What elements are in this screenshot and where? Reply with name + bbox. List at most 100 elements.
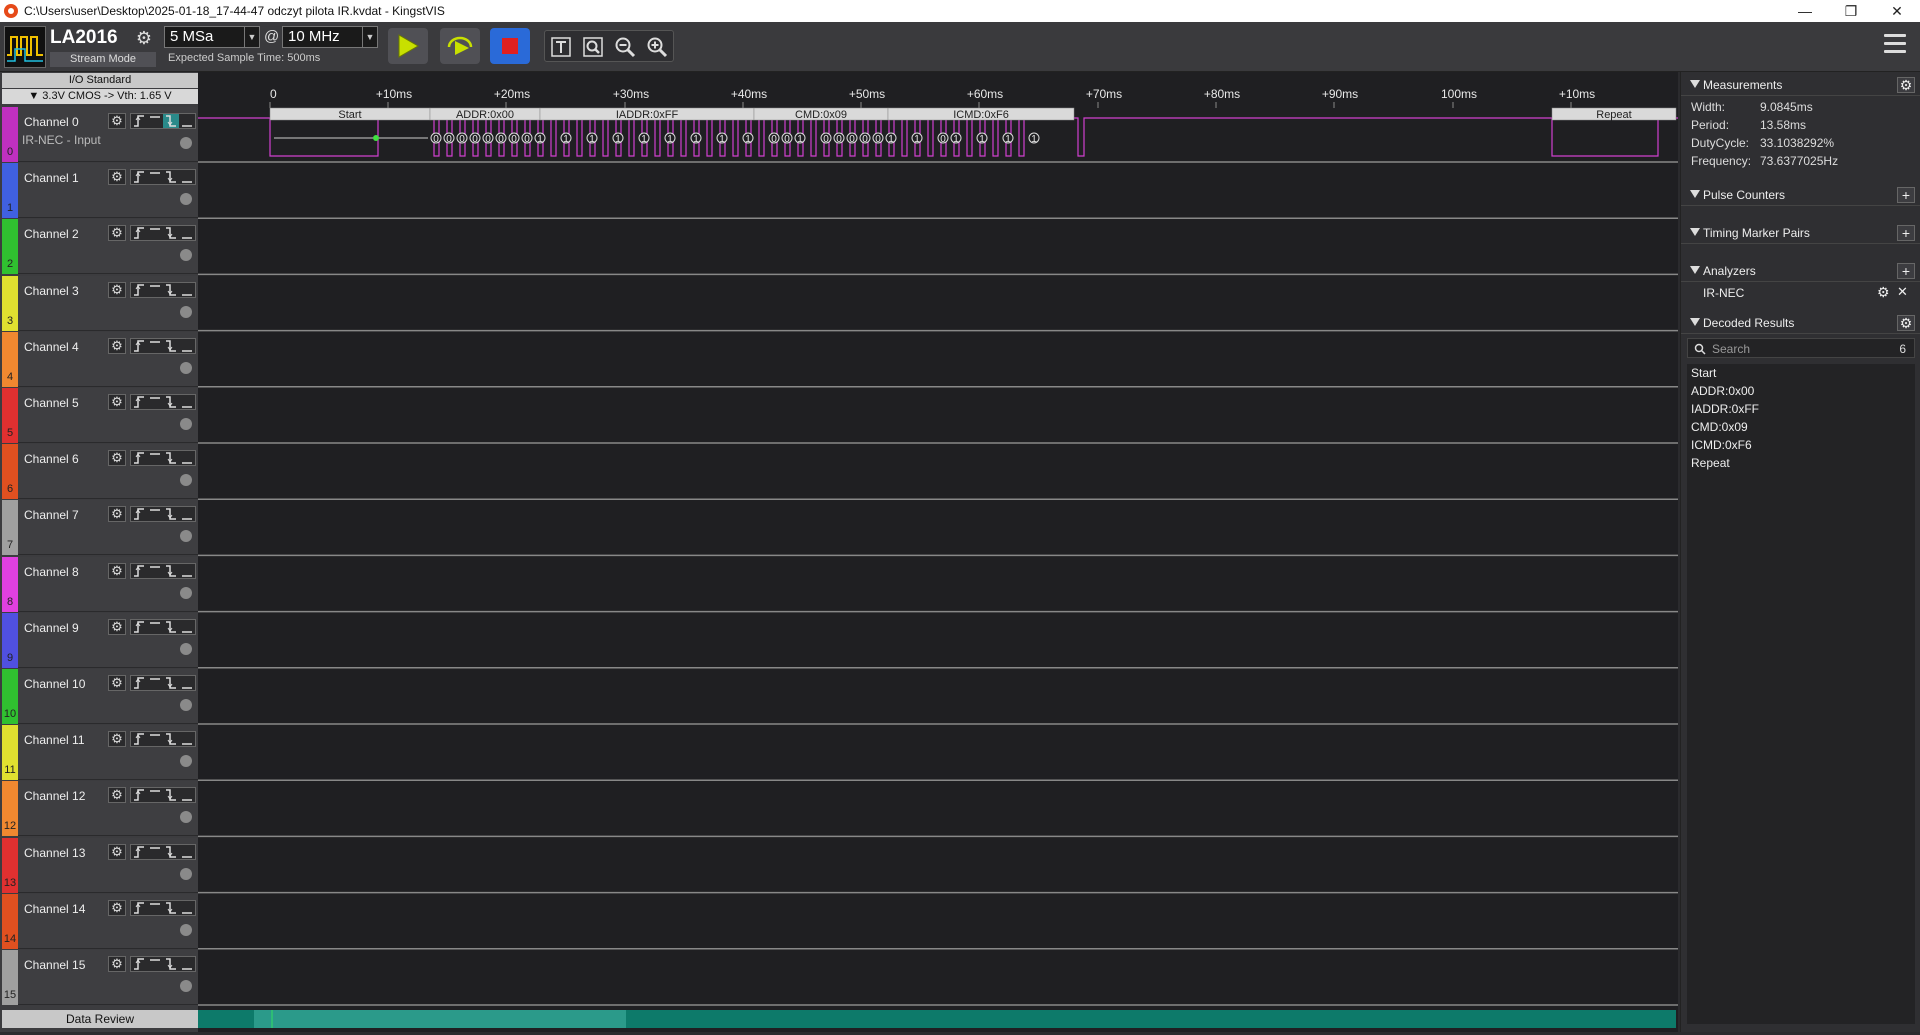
high-level-trigger-icon[interactable] [147,676,163,690]
channel-status-dot[interactable] [180,923,192,936]
io-standard-select[interactable]: ▼ 3.3V CMOS -> Vth: 1.65 V [2,89,198,104]
rising-edge-trigger-icon[interactable] [131,507,147,521]
rising-edge-trigger-icon[interactable] [131,957,147,971]
decoded-search-input[interactable]: Search 6 [1687,338,1915,358]
high-level-trigger-icon[interactable] [147,845,163,859]
rising-edge-trigger-icon[interactable] [131,564,147,578]
low-level-trigger-icon[interactable] [179,395,195,409]
add-timing-marker-plus-icon[interactable]: + [1897,225,1915,241]
waveform-canvas[interactable]: 0 +10ms +20ms +30ms +40ms +50ms +60ms +70ms +80m… [198,72,1678,1032]
low-level-trigger-icon[interactable] [179,339,195,353]
channel-name[interactable]: Channel 13 [24,846,85,860]
waveform-area[interactable]: 0 +10ms +20ms +30ms +40ms +50ms +60ms +70ms +80m… [198,72,1678,1032]
channel-name[interactable]: Channel 7 [24,508,79,522]
channel-status-dot[interactable] [180,361,192,374]
channel-settings-gear-icon[interactable]: ⚙ [108,675,126,691]
channel-row[interactable]: 2 Channel 2 ⚙ [2,219,198,275]
channel-row[interactable]: 5 Channel 5 ⚙ [2,388,198,443]
channel-settings-gear-icon[interactable]: ⚙ [108,450,126,467]
low-level-trigger-icon[interactable] [179,676,195,690]
menu-hamburger-icon[interactable] [1884,34,1906,54]
low-level-trigger-icon[interactable] [179,451,195,465]
channel-row[interactable]: 0 Channel 0 IR-NEC - Input ⚙ [2,107,198,162]
decoded-results-header[interactable]: Decoded Results ⚙ [1681,312,1920,334]
channel-row[interactable]: 7 Channel 7 ⚙ [2,500,198,556]
zoom-fit-button[interactable] [579,33,607,61]
rising-edge-trigger-icon[interactable] [131,283,147,297]
channel-settings-gear-icon[interactable]: ⚙ [108,618,126,635]
low-level-trigger-icon[interactable] [179,901,195,915]
low-level-trigger-icon[interactable] [179,620,195,634]
channel-name[interactable]: Channel 4 [24,340,79,354]
channel-status-dot[interactable] [180,755,192,768]
channel-name[interactable]: Channel 3 [24,284,79,298]
falling-edge-trigger-icon[interactable] [163,732,179,746]
timing-markers-header[interactable]: Timing Marker Pairs + [1681,222,1920,244]
channel-status-dot[interactable] [180,867,192,880]
minimize-button[interactable]: — [1782,0,1828,22]
falling-edge-trigger-icon[interactable] [163,114,179,128]
zoom-in-button[interactable] [643,33,671,61]
low-level-trigger-icon[interactable] [179,788,195,802]
channel-settings-gear-icon[interactable]: ⚙ [108,281,126,298]
rising-edge-trigger-icon[interactable] [131,226,147,240]
channel-row[interactable]: 9 Channel 9 ⚙ [2,612,198,668]
falling-edge-trigger-icon[interactable] [163,226,179,240]
low-level-trigger-icon[interactable] [179,957,195,971]
channel-status-dot[interactable] [180,137,192,149]
channel-name[interactable]: Channel 8 [24,565,79,579]
high-level-trigger-icon[interactable] [147,732,163,746]
channel-name[interactable]: Channel 9 [24,621,79,635]
channel-row[interactable]: 14 Channel 14 ⚙ [2,893,198,949]
falling-edge-trigger-icon[interactable] [163,395,179,409]
falling-edge-trigger-icon[interactable] [163,676,179,690]
device-settings-gear-icon[interactable]: ⚙ [134,28,154,48]
channel-name[interactable]: Channel 11 [24,733,85,747]
high-level-trigger-icon[interactable] [147,283,163,297]
decoded-results-settings-gear-icon[interactable]: ⚙ [1897,315,1915,331]
channel-settings-gear-icon[interactable]: ⚙ [108,506,126,523]
measurements-header[interactable]: Measurements ⚙ [1681,74,1920,96]
channel-status-dot[interactable] [180,699,192,711]
high-level-trigger-icon[interactable] [147,114,163,128]
channel-name[interactable]: Channel 0 [24,115,79,129]
channel-status-dot[interactable] [180,642,192,655]
stop-button[interactable] [490,28,530,64]
falling-edge-trigger-icon[interactable] [163,788,179,802]
channel-settings-gear-icon[interactable]: ⚙ [108,731,126,748]
analyzers-header[interactable]: Analyzers + [1681,260,1920,282]
high-level-trigger-icon[interactable] [147,788,163,802]
decoded-results-list[interactable]: Start ADDR:0x00 IADDR:0xFF CMD:0x09 ICMD:0xF… [1687,364,1915,1024]
falling-edge-trigger-icon[interactable] [163,957,179,971]
rising-edge-trigger-icon[interactable] [131,788,147,802]
high-level-trigger-icon[interactable] [147,620,163,634]
low-level-trigger-icon[interactable] [179,114,195,128]
measurements-settings-gear-icon[interactable]: ⚙ [1897,77,1915,93]
channel-row[interactable]: 1 Channel 1 ⚙ [2,163,198,219]
rising-edge-trigger-icon[interactable] [131,676,147,690]
channel-settings-gear-icon[interactable]: ⚙ [108,956,126,972]
rising-edge-trigger-icon[interactable] [131,732,147,746]
low-level-trigger-icon[interactable] [179,845,195,859]
high-level-trigger-icon[interactable] [147,901,163,915]
analyzer-settings-gear-icon[interactable]: ⚙ [1877,284,1890,301]
high-level-trigger-icon[interactable] [147,226,163,240]
high-level-trigger-icon[interactable] [147,170,163,184]
channel-settings-gear-icon[interactable]: ⚙ [108,169,126,186]
falling-edge-trigger-icon[interactable] [163,170,179,184]
falling-edge-trigger-icon[interactable] [163,339,179,353]
low-level-trigger-icon[interactable] [179,732,195,746]
decoded-result-item[interactable]: ADDR:0x00 [1691,384,1754,398]
falling-edge-trigger-icon[interactable] [163,845,179,859]
close-window-button[interactable]: ✕ [1874,0,1920,22]
channel-status-dot[interactable] [180,474,192,487]
falling-edge-trigger-icon[interactable] [163,564,179,578]
decoded-result-item[interactable]: Start [1691,366,1716,380]
channel-settings-gear-icon[interactable]: ⚙ [108,787,126,804]
channel-name[interactable]: Channel 10 [24,677,85,691]
channel-row[interactable]: 15 Channel 15 ⚙ [2,950,198,1005]
channel-name[interactable]: Channel 14 [24,902,85,916]
data-review-label[interactable]: Data Review [2,1010,198,1028]
channel-settings-gear-icon[interactable]: ⚙ [108,113,126,129]
channel-row[interactable]: 13 Channel 13 ⚙ [2,837,198,893]
